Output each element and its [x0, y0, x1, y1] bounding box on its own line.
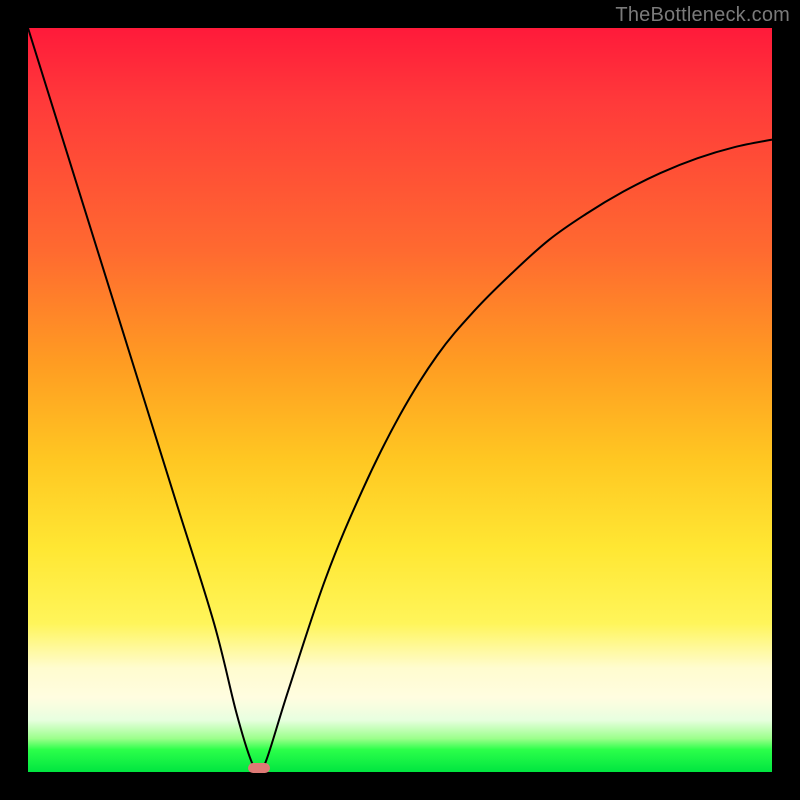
- optimum-marker: [248, 763, 270, 773]
- bottleneck-curve: [28, 28, 772, 772]
- chart-frame: TheBottleneck.com: [0, 0, 800, 800]
- curve-path: [28, 28, 772, 770]
- plot-area: [28, 28, 772, 772]
- watermark-text: TheBottleneck.com: [615, 4, 790, 27]
